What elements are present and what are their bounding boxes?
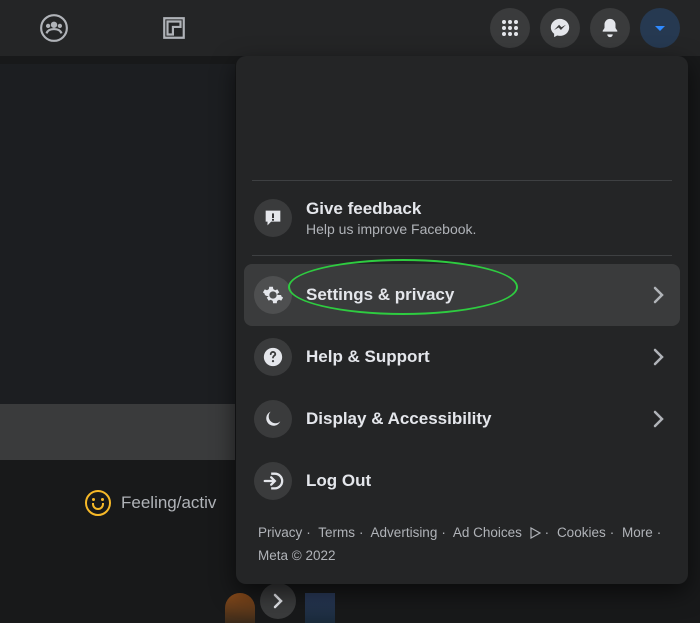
feeling-label: Feeling/activ [121, 493, 216, 513]
groups-nav-icon[interactable] [34, 8, 74, 48]
footer-adchoices[interactable]: Ad Choices [453, 525, 522, 540]
give-feedback-item[interactable]: Give feedback Help us improve Facebook. [244, 189, 680, 247]
feedback-title: Give feedback [306, 199, 476, 219]
display-accessibility-label: Display & Accessibility [306, 409, 492, 429]
feed-background-strip [0, 404, 235, 460]
footer-more[interactable]: More [622, 525, 653, 540]
logout-item[interactable]: Log Out [244, 450, 680, 512]
smiley-icon [85, 490, 111, 516]
feedback-icon [254, 199, 292, 237]
notifications-button[interactable] [590, 8, 630, 48]
gaming-nav-icon[interactable] [154, 8, 194, 48]
menu-footer: Privacy· Terms· Advertising· Ad Choices … [244, 512, 680, 572]
logout-label: Log Out [306, 471, 371, 491]
gear-icon [254, 276, 292, 314]
avatar-fragment-2 [305, 593, 335, 623]
account-menu: Give feedback Help us improve Facebook. … [236, 56, 688, 584]
footer-cookies[interactable]: Cookies [557, 525, 606, 540]
chevron-right-icon [646, 283, 670, 307]
profile-section-placeholder [244, 64, 680, 172]
footer-meta: Meta © 2022 [258, 548, 336, 563]
logout-icon [254, 462, 292, 500]
help-support-item[interactable]: Help & Support [244, 326, 680, 388]
footer-advertising[interactable]: Advertising [371, 525, 438, 540]
divider [252, 180, 672, 181]
top-nav-bar [0, 0, 700, 56]
adchoices-icon [529, 527, 541, 539]
question-icon [254, 338, 292, 376]
settings-privacy-label: Settings & privacy [306, 285, 454, 305]
settings-privacy-item[interactable]: Settings & privacy [244, 264, 680, 326]
moon-icon [254, 400, 292, 438]
divider [252, 255, 672, 256]
feed-background [0, 64, 235, 404]
help-support-label: Help & Support [306, 347, 430, 367]
avatar-fragment [225, 593, 255, 623]
feedback-subtitle: Help us improve Facebook. [306, 221, 476, 237]
display-accessibility-item[interactable]: Display & Accessibility [244, 388, 680, 450]
footer-terms[interactable]: Terms [318, 525, 355, 540]
chevron-right-icon [646, 407, 670, 431]
messenger-button[interactable] [540, 8, 580, 48]
menu-grid-button[interactable] [490, 8, 530, 48]
account-dropdown-button[interactable] [640, 8, 680, 48]
footer-privacy[interactable]: Privacy [258, 525, 302, 540]
story-next-button[interactable] [260, 583, 296, 619]
chevron-right-icon [646, 345, 670, 369]
feeling-activity-button[interactable]: Feeling/activ [85, 490, 216, 516]
